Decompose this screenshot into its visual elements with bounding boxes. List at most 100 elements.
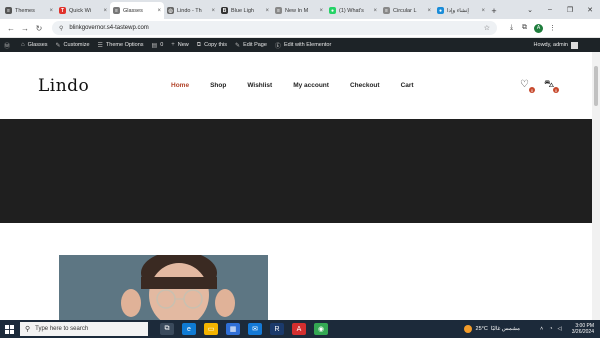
- forward-icon[interactable]: →: [18, 24, 32, 33]
- maximize-icon[interactable]: ❐: [560, 0, 580, 19]
- scrollbar-thumb[interactable]: [594, 66, 598, 106]
- browser-tools: ⤓ ⧉ A ⋮: [505, 23, 559, 33]
- tab-title: Lindo - Th: [177, 7, 202, 14]
- menu-item-my-account[interactable]: My account: [293, 82, 329, 89]
- tab-close-icon[interactable]: ×: [481, 8, 485, 14]
- admin-bar-customize-label: Customize: [63, 42, 90, 48]
- menu-item-shop[interactable]: Shop: [210, 82, 226, 89]
- browser-tab[interactable]: ◎ Lindo - Th ×: [164, 2, 218, 19]
- admin-bar-account[interactable]: Howdy, admin: [534, 38, 578, 52]
- admin-bar-elementor-label: Edit with Elementor: [283, 42, 332, 48]
- minimize-icon[interactable]: –: [540, 0, 560, 19]
- tab-title: Themes: [15, 7, 35, 14]
- close-window-icon[interactable]: ✕: [580, 0, 600, 19]
- tab-close-icon[interactable]: ×: [103, 8, 107, 14]
- heart-icon: ♡: [520, 79, 529, 90]
- extensions-icon[interactable]: ⧉: [518, 24, 531, 32]
- reload-icon[interactable]: ↻: [32, 24, 46, 33]
- admin-bar-edit-page[interactable]: ✎ Edit Page: [235, 42, 267, 49]
- pencil-icon: ✎: [235, 42, 241, 49]
- browser-tab[interactable]: ≡ Circular L ×: [380, 2, 434, 19]
- address-bar[interactable]: ⚲ blinkgovernor.s4-tastewp.com ☆: [52, 21, 497, 35]
- tab-close-icon[interactable]: ×: [319, 8, 323, 14]
- admin-bar-edit-page-label: Edit Page: [243, 42, 267, 48]
- taskbar-search-placeholder: Type here to search: [35, 326, 89, 332]
- network-icon[interactable]: ◔: [549, 326, 552, 332]
- admin-bar-comments-count: 0: [160, 42, 164, 48]
- url-text[interactable]: blinkgovernor.s4-tastewp.com: [69, 25, 483, 31]
- tab-close-icon[interactable]: ×: [157, 8, 161, 14]
- bookmark-star-icon[interactable]: ☆: [484, 24, 490, 32]
- admin-bar-theme-options[interactable]: ☰ Theme Options: [98, 42, 144, 49]
- taskbar-apps: ⧉ e ▭ ▦ ✉ R A ◉: [160, 323, 336, 335]
- admin-bar-customize[interactable]: ✎ Customize: [56, 42, 90, 49]
- admin-bar-site-label: Glasses: [27, 42, 48, 48]
- admin-bar-wp-logo[interactable]: Ⓦ: [4, 41, 13, 50]
- site-info-icon[interactable]: ⚲: [59, 25, 63, 32]
- page-scrollbar[interactable]: [592, 52, 600, 320]
- tab-title: Circular L: [393, 7, 417, 14]
- file-explorer-icon[interactable]: ▭: [204, 323, 218, 335]
- admin-bar-new[interactable]: + New: [171, 42, 189, 48]
- header-icons: ♡ 0 ⛍ 0: [520, 79, 568, 93]
- admin-bar-copy-this[interactable]: ⧉ Copy this: [197, 42, 227, 49]
- back-icon[interactable]: ←: [4, 24, 18, 33]
- site-header: Lindo Home Shop Wishlist My account Chec…: [0, 52, 592, 119]
- new-tab-button[interactable]: +: [488, 2, 500, 19]
- browser-tab[interactable]: ≡ Glasses ×: [110, 2, 164, 19]
- menu-kebab-icon[interactable]: ⋮: [546, 24, 559, 32]
- menu-item-cart[interactable]: Cart: [401, 82, 414, 89]
- cart-button[interactable]: ⛍ 0: [544, 79, 559, 93]
- edge-icon[interactable]: e: [182, 323, 196, 335]
- tab-close-icon[interactable]: ×: [373, 8, 377, 14]
- comment-icon: ▤: [151, 42, 158, 49]
- task-view-icon[interactable]: ⧉: [160, 323, 174, 335]
- tab-favicon-icon: ●: [437, 7, 444, 14]
- weather-sun-icon: [463, 325, 472, 333]
- tab-close-icon[interactable]: ×: [49, 8, 53, 14]
- browser-tab[interactable]: ● (1) What's ×: [326, 2, 380, 19]
- menu-item-checkout[interactable]: Checkout: [350, 82, 380, 89]
- tab-close-icon[interactable]: ×: [265, 8, 269, 14]
- menu-item-wishlist[interactable]: Wishlist: [247, 82, 272, 89]
- admin-greeting: Howdy, admin: [533, 42, 568, 48]
- acrobat-icon[interactable]: A: [292, 323, 306, 335]
- browser-tab[interactable]: T Quick Wi ×: [56, 2, 110, 19]
- download-icon[interactable]: ⤓: [505, 24, 518, 32]
- tab-title: (1) What's: [339, 7, 364, 14]
- browser-tab[interactable]: B Blue Ligh ×: [218, 2, 272, 19]
- admin-bar-copy-label: Copy this: [204, 42, 228, 48]
- store-icon[interactable]: ▦: [226, 323, 240, 335]
- plus-icon: +: [171, 42, 175, 48]
- browser-tab[interactable]: ≡ New In M ×: [272, 2, 326, 19]
- tab-favicon-icon: ≡: [383, 7, 390, 14]
- site-logo[interactable]: Lindo: [38, 76, 89, 96]
- profile-avatar[interactable]: A: [534, 23, 543, 33]
- chrome-icon[interactable]: ◉: [314, 323, 328, 335]
- r-app-icon[interactable]: R: [270, 323, 284, 335]
- tab-title: Blue Ligh: [231, 7, 254, 14]
- mail-icon[interactable]: ✉: [248, 323, 262, 335]
- weather-widget[interactable]: 25°C مشمس غالبًا: [463, 325, 520, 333]
- volume-icon[interactable]: ◁: [558, 326, 562, 332]
- tab-title: إنشاء وإدا: [447, 7, 469, 14]
- admin-bar-elementor[interactable]: Ⓔ Edit with Elementor: [275, 41, 331, 50]
- taskbar-search[interactable]: ⚲ Type here to search: [20, 322, 148, 336]
- tab-close-icon[interactable]: ×: [427, 8, 431, 14]
- admin-avatar: [571, 41, 578, 49]
- admin-bar-comments[interactable]: ▤ 0: [152, 42, 164, 49]
- clock[interactable]: 3:00 PM 3/26/2024: [572, 323, 594, 335]
- admin-bar-site[interactable]: ⌂ Glasses: [21, 42, 48, 48]
- product-photo[interactable]: [59, 255, 268, 320]
- tab-favicon-icon: ≡: [275, 7, 282, 14]
- menu-item-home[interactable]: Home: [171, 82, 189, 89]
- browser-tab[interactable]: ● إنشاء وإدا ×: [434, 2, 488, 19]
- start-button[interactable]: [0, 320, 18, 338]
- wishlist-button[interactable]: ♡ 0: [520, 79, 535, 93]
- browser-tab[interactable]: ≡ Themes ×: [2, 2, 56, 19]
- tab-close-icon[interactable]: ×: [211, 8, 215, 14]
- tab-search-icon[interactable]: ⌄: [520, 0, 540, 19]
- tab-favicon-icon: B: [221, 7, 228, 14]
- tray-chevron-icon[interactable]: ˄: [540, 326, 543, 332]
- brush-icon: ✎: [55, 42, 61, 49]
